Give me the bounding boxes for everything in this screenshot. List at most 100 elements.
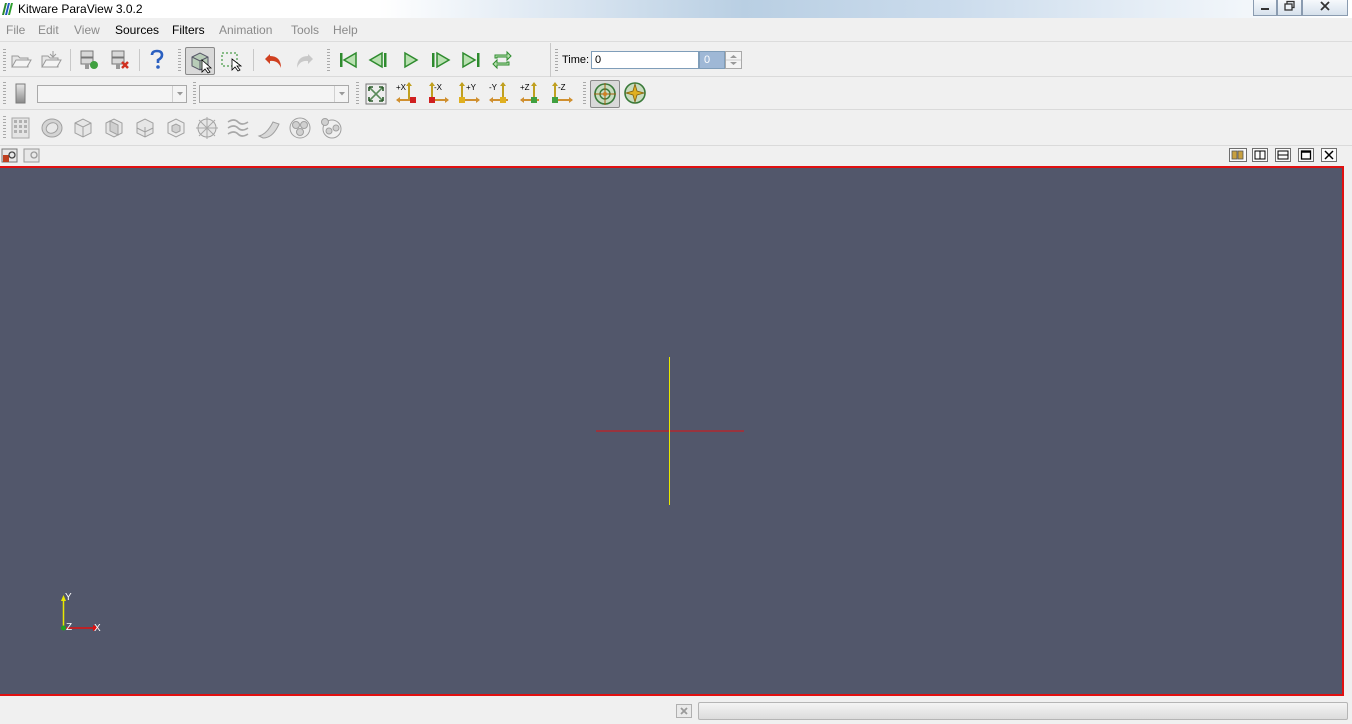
loop-button[interactable]	[490, 48, 514, 72]
menu-animation[interactable]: Animation	[219, 23, 272, 37]
time-step-field[interactable]: 0	[699, 51, 725, 69]
menu-edit[interactable]: Edit	[38, 23, 59, 37]
camera-toolbar-row: +X -X +Y -Y +Z -Z	[0, 77, 1352, 110]
view-minus-x-button[interactable]: -X	[426, 81, 450, 105]
abort-button[interactable]	[676, 704, 692, 718]
view-lookmark-button[interactable]	[23, 148, 41, 164]
open-recent-button[interactable]	[39, 48, 63, 72]
open-file-button[interactable]	[9, 48, 33, 72]
toolbar-grip	[555, 49, 558, 71]
split-horizontal-icon	[1254, 150, 1266, 160]
view-minus-y-label: -Y	[489, 83, 498, 92]
help-button[interactable]	[145, 48, 169, 72]
extract-level-icon	[321, 118, 342, 139]
connect-server-button[interactable]	[77, 48, 101, 72]
reset-camera-button[interactable]	[364, 82, 388, 106]
play-button[interactable]	[398, 48, 422, 72]
view-plus-z-button[interactable]: +Z	[519, 81, 543, 105]
maximize-button[interactable]	[1277, 0, 1302, 16]
select-region-button[interactable]	[219, 48, 243, 72]
minimize-icon	[1261, 8, 1269, 10]
disconnect-server-button[interactable]	[108, 48, 132, 72]
split-vertical-button[interactable]	[1275, 148, 1291, 162]
menu-sources[interactable]: Sources	[115, 23, 159, 37]
extract-subset-button[interactable]	[164, 116, 188, 140]
maximize-view-button[interactable]	[1298, 148, 1314, 162]
representation-combo[interactable]	[199, 85, 349, 103]
chevron-down-icon	[339, 92, 345, 96]
time-spinbox[interactable]	[725, 51, 742, 69]
threshold-button[interactable]	[133, 116, 157, 140]
next-frame-button[interactable]	[428, 48, 452, 72]
loop-icon	[492, 50, 512, 70]
stream-tracer-button[interactable]	[226, 116, 250, 140]
group-datasets-button[interactable]	[288, 116, 312, 140]
minimize-button[interactable]	[1253, 0, 1277, 16]
view-manage-button[interactable]	[1, 148, 19, 164]
slice-button[interactable]	[102, 116, 126, 140]
show-center-button[interactable]	[590, 80, 620, 108]
toolbar-grip	[356, 82, 359, 104]
split-horizontal-button[interactable]	[1252, 148, 1268, 162]
menu-file[interactable]: File	[6, 23, 25, 37]
toolbar-grip	[178, 49, 181, 71]
view-minus-x-icon: -X	[429, 82, 449, 103]
orientation-label-x: X	[94, 623, 101, 634]
warp-vector-button[interactable]	[257, 116, 281, 140]
close-view-button[interactable]	[1321, 148, 1337, 162]
interact-mode-button[interactable]	[185, 47, 215, 75]
previous-frame-button[interactable]	[367, 48, 391, 72]
undo-button[interactable]	[262, 48, 286, 72]
view-manage-icon	[1, 148, 18, 163]
color-legend-button[interactable]	[12, 82, 30, 106]
redo-button[interactable]	[292, 48, 316, 72]
calculator-button[interactable]	[9, 116, 33, 140]
render-view[interactable]: Y Z X	[0, 166, 1344, 696]
group-datasets-icon	[289, 117, 311, 139]
extract-level-button[interactable]	[319, 116, 343, 140]
menu-help[interactable]: Help	[333, 23, 358, 37]
view-minus-z-label: -Z	[558, 83, 566, 92]
paraview-logo-icon	[2, 3, 13, 15]
view-minus-y-icon: -Y	[489, 82, 508, 103]
dropdown-arrow	[172, 86, 186, 102]
warp-vector-icon	[257, 121, 280, 139]
glyph-button[interactable]	[195, 116, 219, 140]
menu-tools[interactable]: Tools	[291, 23, 319, 37]
view-plus-x-button[interactable]: +X	[395, 81, 419, 105]
abort-icon	[680, 707, 688, 715]
toolbar-grip	[583, 82, 586, 104]
view-plus-y-button[interactable]: +Y	[457, 81, 481, 105]
menu-view[interactable]: View	[74, 23, 100, 37]
view-options-button[interactable]	[1229, 148, 1247, 162]
close-icon	[1320, 1, 1330, 11]
select-region-icon	[221, 52, 243, 72]
view-plus-x-icon: +X	[396, 82, 416, 103]
clip-button[interactable]	[71, 116, 95, 140]
time-input[interactable]: 0	[591, 51, 699, 69]
slice-icon	[105, 118, 123, 138]
toolbar-separator	[70, 49, 71, 71]
view-minus-z-button[interactable]: -Z	[550, 81, 574, 105]
view-minus-y-button[interactable]: -Y	[488, 81, 512, 105]
menu-bar: File Edit View Sources Filters Animation…	[0, 18, 1352, 42]
redo-icon	[297, 54, 313, 68]
open-file-icon	[11, 55, 32, 68]
view-plus-z-label: +Z	[520, 83, 530, 92]
common-filters-toolbar	[0, 110, 1352, 146]
first-frame-button[interactable]	[336, 48, 360, 72]
show-center-icon	[594, 83, 616, 105]
undo-icon	[265, 54, 281, 68]
close-window-button[interactable]	[1302, 0, 1348, 16]
view-plus-x-label: +X	[396, 83, 407, 92]
clip-icon	[74, 118, 92, 138]
view-frame-bar	[0, 146, 1352, 166]
open-recent-icon	[41, 51, 62, 68]
color-by-combo[interactable]	[37, 85, 187, 103]
contour-button[interactable]	[40, 116, 64, 140]
last-frame-button[interactable]	[459, 48, 483, 72]
chevron-down-icon	[177, 92, 183, 96]
reset-center-button[interactable]	[623, 81, 647, 105]
menu-filters[interactable]: Filters	[172, 23, 205, 37]
split-vertical-icon	[1277, 150, 1289, 160]
